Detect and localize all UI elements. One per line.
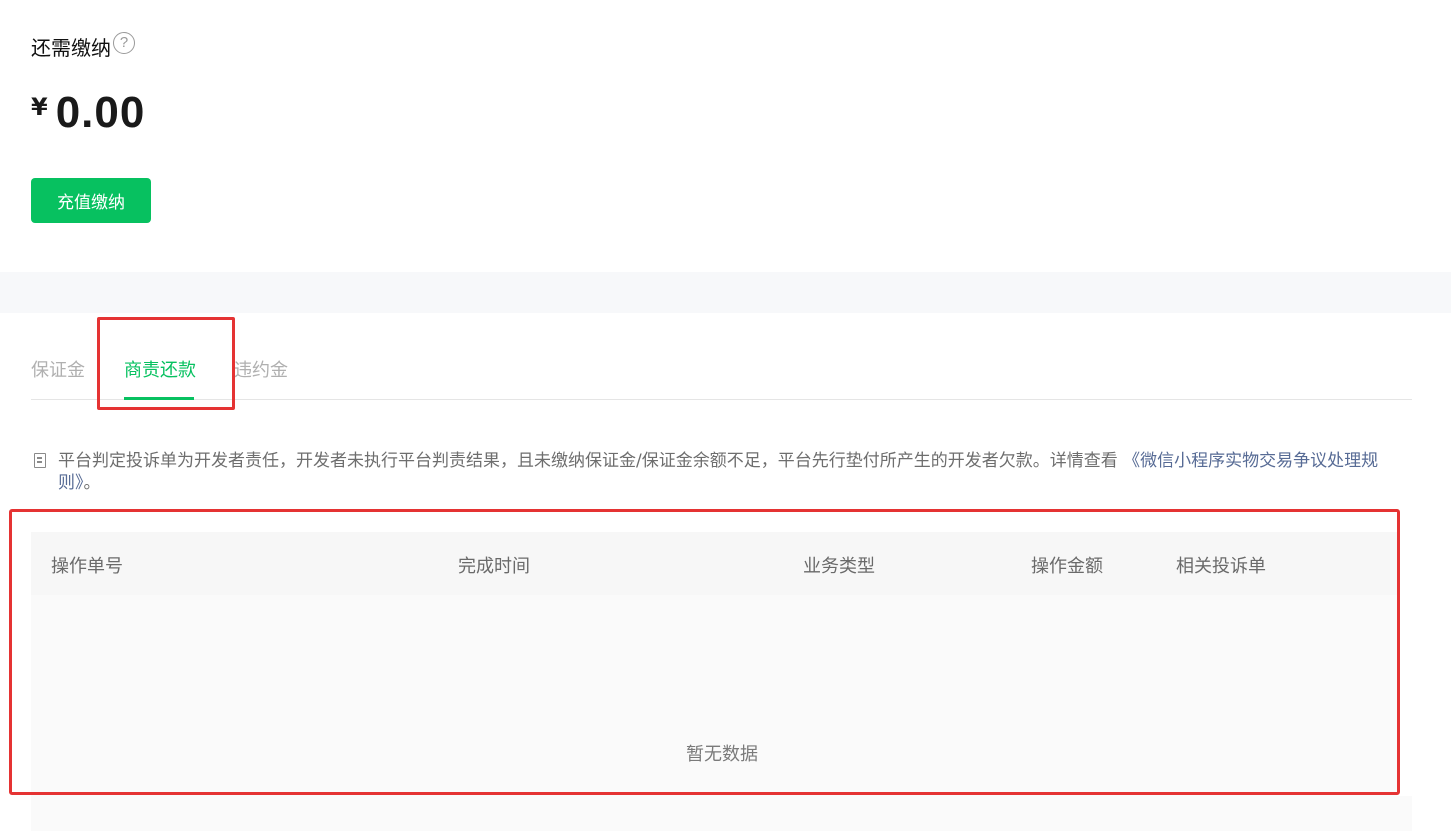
- amount-due-title: 还需缴纳: [31, 36, 111, 60]
- table-footer-area: [31, 796, 1412, 831]
- amount-due: ¥ 0.00: [31, 88, 145, 138]
- notice-suffix: 。: [83, 473, 101, 493]
- tab-penalty[interactable]: 违约金: [234, 356, 288, 382]
- highlight-box-table: [9, 509, 1400, 795]
- recharge-pay-button[interactable]: 充值缴纳: [31, 178, 151, 223]
- currency-symbol: ¥: [31, 93, 48, 121]
- notice-text: 平台判定投诉单为开发者责任，开发者未执行平台判责结果，且未缴纳保证金/保证金余额…: [58, 451, 1118, 471]
- notice: 平台判定投诉单为开发者责任，开发者未执行平台判责结果，且未缴纳保证金/保证金余额…: [31, 450, 1406, 494]
- amount-due-header: 还需缴纳 ?: [31, 31, 135, 61]
- help-icon[interactable]: ?: [113, 31, 135, 54]
- page: 还需缴纳 ? ¥ 0.00 充值缴纳 保证金 商责还款 违约金 平台判定投诉单为…: [0, 0, 1451, 831]
- tab-deposit[interactable]: 保证金: [31, 356, 85, 382]
- highlight-box-tab: [97, 317, 235, 410]
- section-divider: [0, 272, 1451, 313]
- document-icon: [34, 453, 46, 468]
- tab-bar: 保证金 商责还款 违约金: [31, 340, 1412, 400]
- amount-value: 0.00: [55, 88, 146, 137]
- notice-text-block: 平台判定投诉单为开发者责任，开发者未执行平台判责结果，且未缴纳保证金/保证金余额…: [58, 450, 1406, 494]
